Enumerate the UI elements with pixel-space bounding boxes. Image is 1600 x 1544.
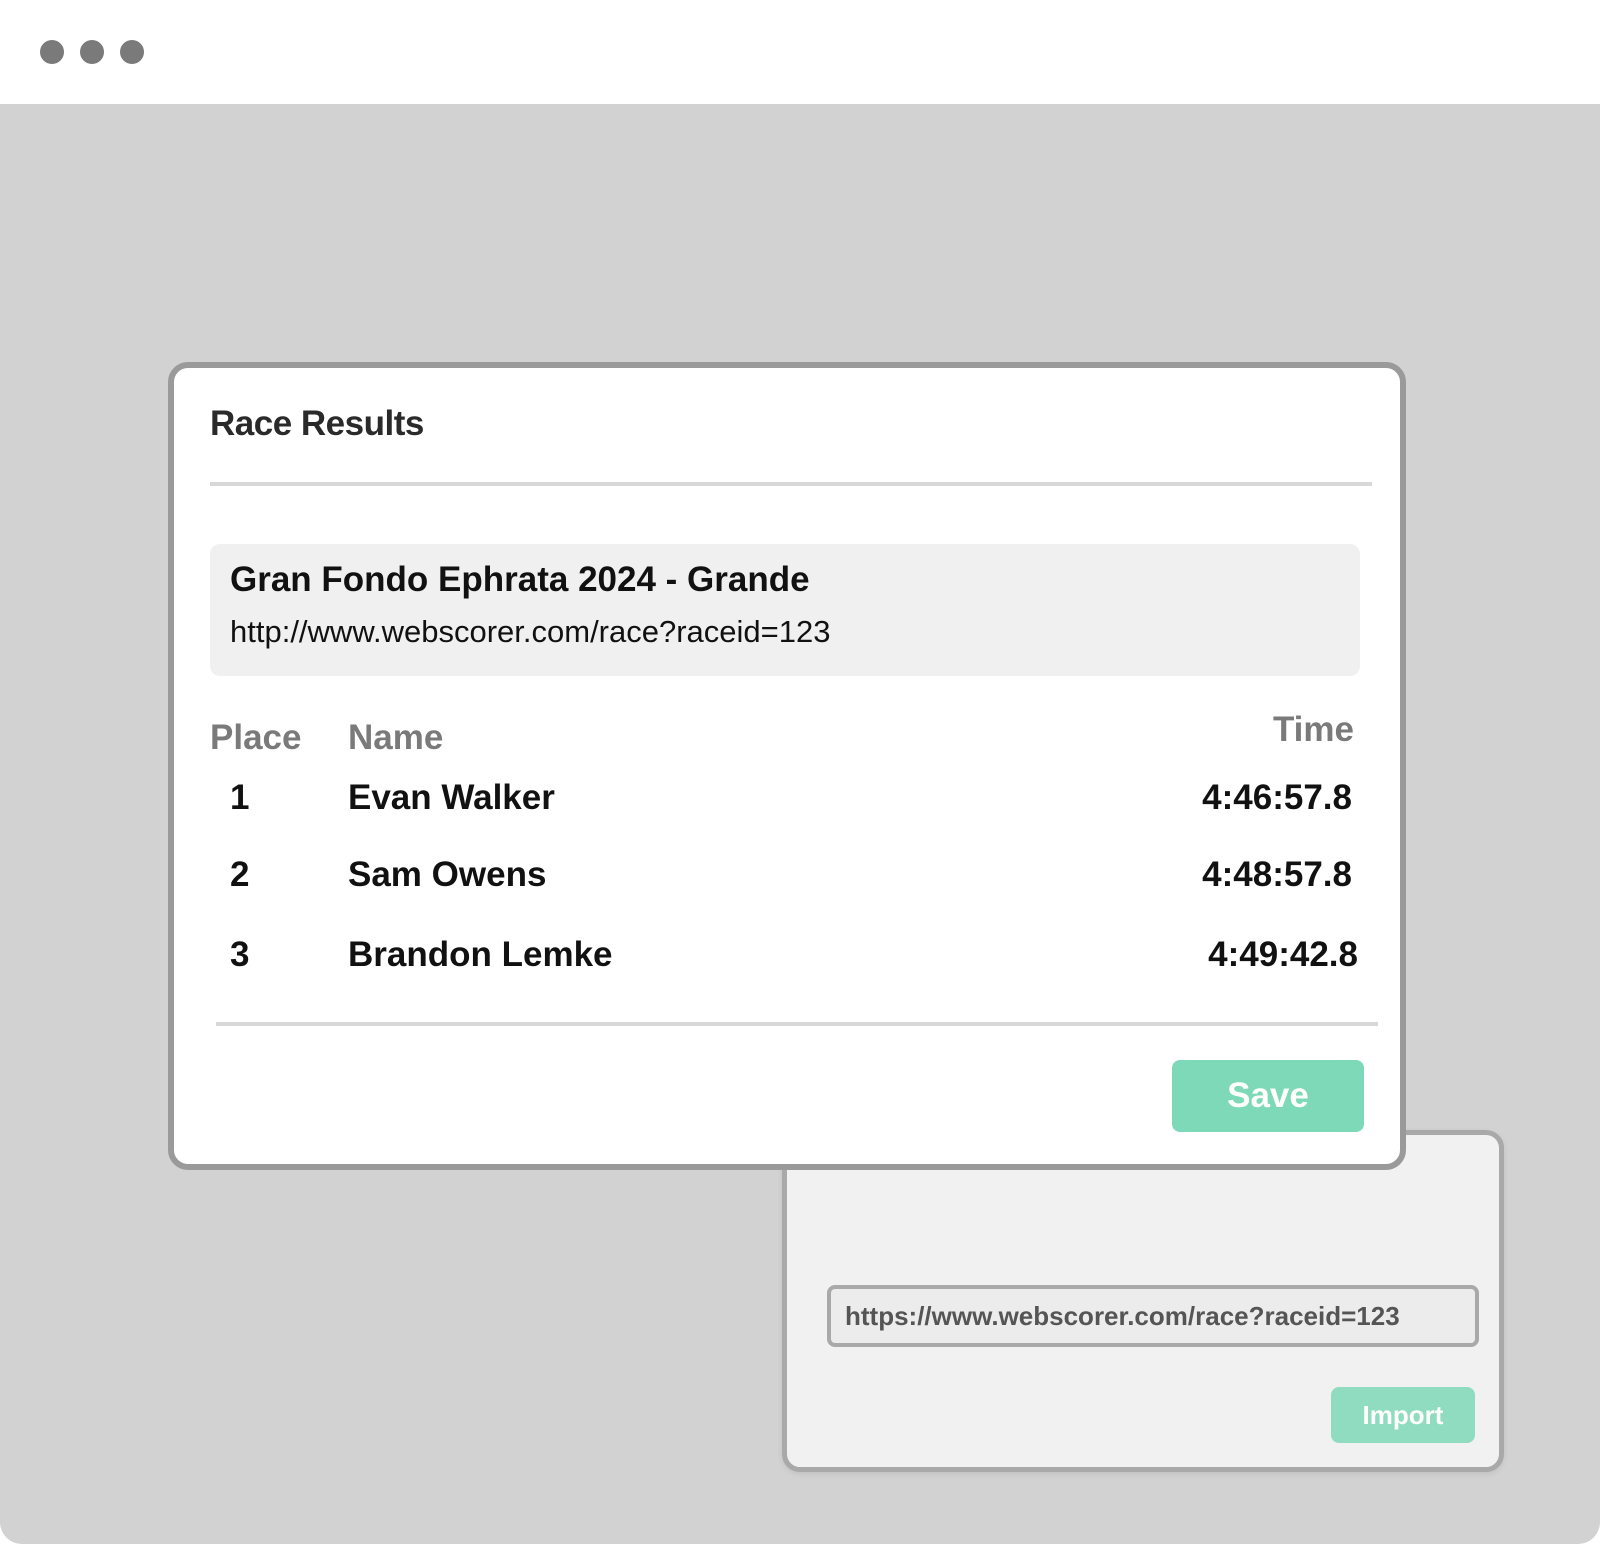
window-control-dot-icon[interactable] xyxy=(40,40,64,64)
window-control-dot-icon[interactable] xyxy=(80,40,104,64)
import-button[interactable]: Import xyxy=(1331,1387,1475,1443)
result-name: Evan Walker xyxy=(348,778,555,817)
column-header-time: Time xyxy=(1272,710,1354,749)
result-name: Brandon Lemke xyxy=(348,935,613,974)
save-button[interactable]: Save xyxy=(1172,1060,1364,1132)
window-control-dot-icon[interactable] xyxy=(120,40,144,64)
race-results-dialog: Race Results Gran Fondo Ephrata 2024 - G… xyxy=(168,362,1406,1170)
result-time: 4:46:57.8 xyxy=(1202,778,1352,817)
race-url: http://www.webscorer.com/race?raceid=123 xyxy=(230,614,831,649)
race-info-card: Gran Fondo Ephrata 2024 - Grande http://… xyxy=(210,544,1360,676)
race-name: Gran Fondo Ephrata 2024 - Grande xyxy=(230,560,810,599)
race-url-input[interactable] xyxy=(827,1285,1479,1347)
title-bar xyxy=(0,0,1600,104)
divider xyxy=(216,1022,1378,1026)
result-time: 4:48:57.8 xyxy=(1202,855,1352,894)
import-panel: Import xyxy=(782,1130,1504,1472)
dialog-title: Race Results xyxy=(210,404,424,443)
result-time: 4:49:42.8 xyxy=(1208,935,1358,974)
column-header-name: Name xyxy=(348,718,444,757)
result-place: 3 xyxy=(230,935,250,974)
column-header-place: Place xyxy=(210,718,302,757)
result-place: 2 xyxy=(230,855,250,894)
result-name: Sam Owens xyxy=(348,855,547,894)
browser-window: Import Race Results Gran Fondo Ephrata 2… xyxy=(0,0,1600,1544)
divider xyxy=(210,482,1372,486)
result-place: 1 xyxy=(230,778,250,817)
